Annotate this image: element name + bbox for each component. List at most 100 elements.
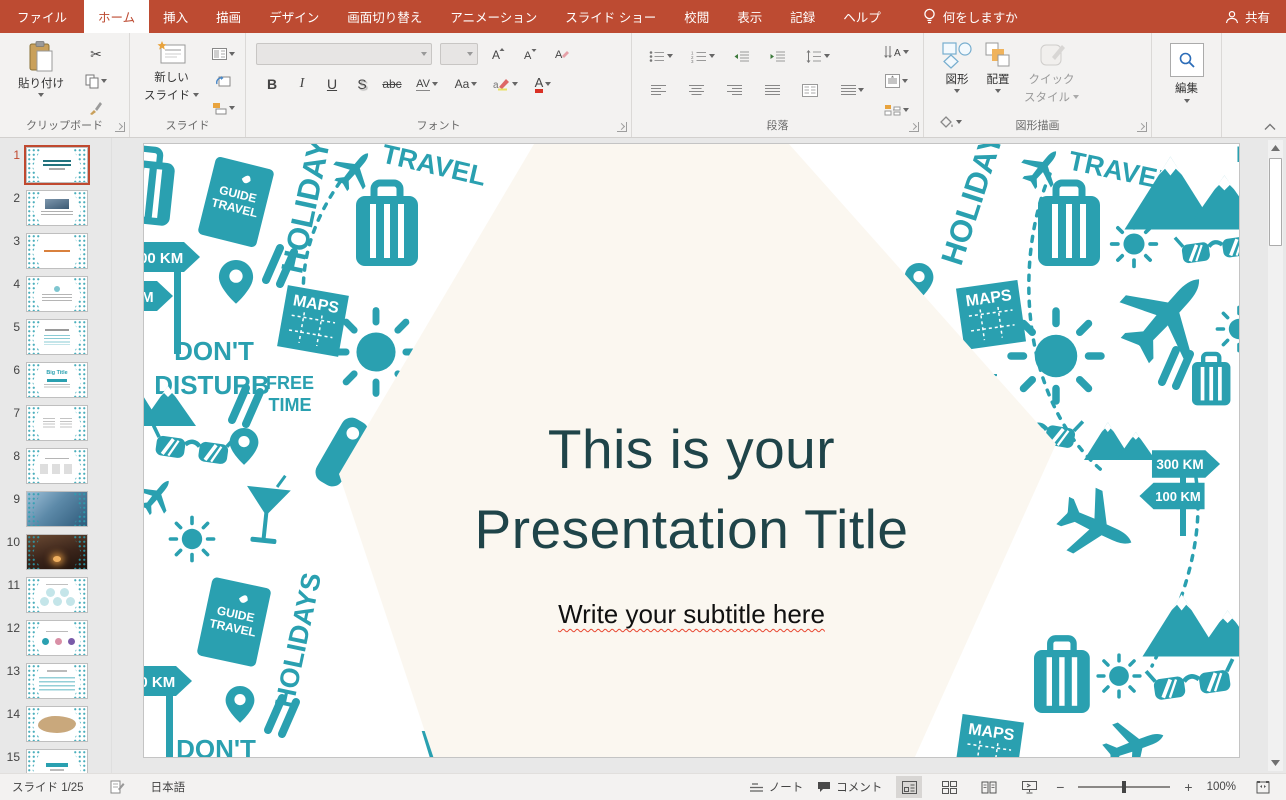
slide-thumb-preview[interactable] [26,448,88,484]
slide-subtitle-textbox[interactable]: Write your subtitle here [144,599,1239,630]
tab-record[interactable]: 記録 [776,0,829,33]
shapes-button[interactable]: 図形 [936,39,978,107]
proofing-icon[interactable] [110,780,125,794]
slide-thumbnail-row[interactable]: 9 [4,491,111,527]
section-button[interactable] [211,97,235,119]
slide-title-textbox[interactable]: This is your Presentation Title [144,410,1239,570]
line-spacing-button[interactable] [802,45,834,67]
bold-button[interactable]: B [260,73,284,95]
tab-animations[interactable]: アニメーション [436,0,551,33]
tab-design[interactable]: デザイン [255,0,333,33]
slide-thumbnail-row[interactable]: 15 [4,749,111,773]
text-direction-button[interactable]: A [879,41,913,63]
slide-thumb-preview[interactable] [26,405,88,441]
zoom-slider[interactable] [1078,786,1170,788]
language-status[interactable]: 日本語 [151,779,186,795]
bullets-button[interactable] [646,45,676,67]
slide-thumbnail-panel[interactable]: 123456Big Title789101112131415 [0,138,112,773]
clear-formatting-button[interactable]: A [550,43,574,65]
tab-view[interactable]: 表示 [723,0,776,33]
justify-button[interactable] [760,79,784,101]
slide-thumbnail-row[interactable]: 12 [4,620,111,656]
vertical-scrollbar[interactable] [1268,140,1283,771]
italic-button[interactable]: I [290,73,314,95]
tab-home[interactable]: ホーム [84,0,149,33]
text-highlight-button[interactable]: a [488,73,522,95]
scroll-down-arrow[interactable] [1268,755,1283,771]
tell-me-box[interactable]: 何をしますか [923,0,1018,33]
slide-thumbnail-row[interactable]: 3 [4,233,111,269]
comments-button[interactable]: コメント [817,779,882,795]
zoom-level[interactable]: 100% [1207,781,1236,793]
slide-thumb-preview[interactable] [26,749,88,773]
dialog-launcher-icon[interactable] [1137,122,1147,132]
tab-slideshow[interactable]: スライド ショー [551,0,670,33]
share-button[interactable]: 共有 [1209,0,1286,33]
slideshow-view-button[interactable] [1016,776,1042,798]
slide-thumbnail-row[interactable]: 5 [4,319,111,355]
format-painter-button[interactable] [84,97,108,119]
dialog-launcher-icon[interactable] [909,122,919,132]
align-center-button[interactable] [684,79,708,101]
reset-slide-button[interactable] [211,70,235,92]
copy-button[interactable] [84,70,108,92]
font-color-button[interactable]: A [528,73,558,95]
tab-insert[interactable]: 挿入 [149,0,202,33]
slide-layout-button[interactable] [211,43,235,65]
tab-review[interactable]: 校閲 [670,0,723,33]
quick-styles-button[interactable]: クイック スタイル [1018,39,1085,107]
align-right-button[interactable] [722,79,746,101]
slide-thumb-preview[interactable]: Big Title [26,362,88,398]
dialog-launcher-icon[interactable] [115,122,125,132]
slide-thumbnail-row[interactable]: 7 [4,405,111,441]
dialog-launcher-icon[interactable] [617,122,627,132]
zoom-slider-thumb[interactable] [1122,781,1126,793]
slide-thumb-preview[interactable] [26,233,88,269]
slide-thumb-preview[interactable] [26,190,88,226]
decrease-font-button[interactable]: A [518,43,542,65]
numbering-button[interactable]: 123 [688,45,718,67]
strikethrough-button[interactable]: abc [380,73,404,95]
tab-transitions[interactable]: 画面切り替え [333,0,436,33]
text-shadow-button[interactable]: S [350,73,374,95]
slide-thumb-preview[interactable] [26,663,88,699]
slide-thumb-preview[interactable] [26,534,88,570]
decrease-indent-button[interactable] [730,45,754,67]
notes-button[interactable]: ノート [750,779,804,795]
slide-thumbnail-row[interactable]: 8 [4,448,111,484]
zoom-in-button[interactable]: + [1184,779,1192,795]
slide-thumbnail-row[interactable]: 4 [4,276,111,312]
slide-thumb-preview[interactable] [26,577,88,613]
tab-help[interactable]: ヘルプ [829,0,895,33]
arrange-button[interactable]: 配置 [978,39,1018,107]
align-text-button[interactable] [879,70,913,92]
zoom-out-button[interactable]: − [1056,779,1064,795]
reading-view-button[interactable] [976,776,1002,798]
font-name-combo[interactable] [256,43,432,65]
slide-thumb-preview[interactable] [26,147,88,183]
change-case-button[interactable]: Aa [450,73,482,95]
slide-thumb-preview[interactable] [26,706,88,742]
slide-thumbnail-row[interactable]: 13 [4,663,111,699]
slide-thumbnail-row[interactable]: 1 [4,147,111,183]
slide-thumbnail-row[interactable]: 10 [4,534,111,570]
fit-slide-to-window-button[interactable] [1250,776,1276,798]
tab-draw[interactable]: 描画 [202,0,255,33]
slide-thumbnail-row[interactable]: 2 [4,190,111,226]
character-spacing-button[interactable]: AV [410,73,444,95]
scroll-up-arrow[interactable] [1268,140,1283,156]
slide-thumb-preview[interactable] [26,491,88,527]
slide-thumb-preview[interactable] [26,276,88,312]
slide-sorter-view-button[interactable] [936,776,962,798]
font-size-combo[interactable] [440,43,478,65]
slide-thumb-preview[interactable] [26,319,88,355]
collapse-ribbon-button[interactable] [1264,123,1276,131]
scrollbar-thumb[interactable] [1269,158,1282,246]
slide-thumb-preview[interactable] [26,620,88,656]
slide-thumbnail-row[interactable]: 6Big Title [4,362,111,398]
editing-button[interactable]: 編集 [1170,43,1204,137]
normal-view-button[interactable] [896,776,922,798]
increase-indent-button[interactable] [766,45,790,67]
cut-button[interactable]: ✂ [84,43,108,65]
align-left-button[interactable] [646,79,670,101]
